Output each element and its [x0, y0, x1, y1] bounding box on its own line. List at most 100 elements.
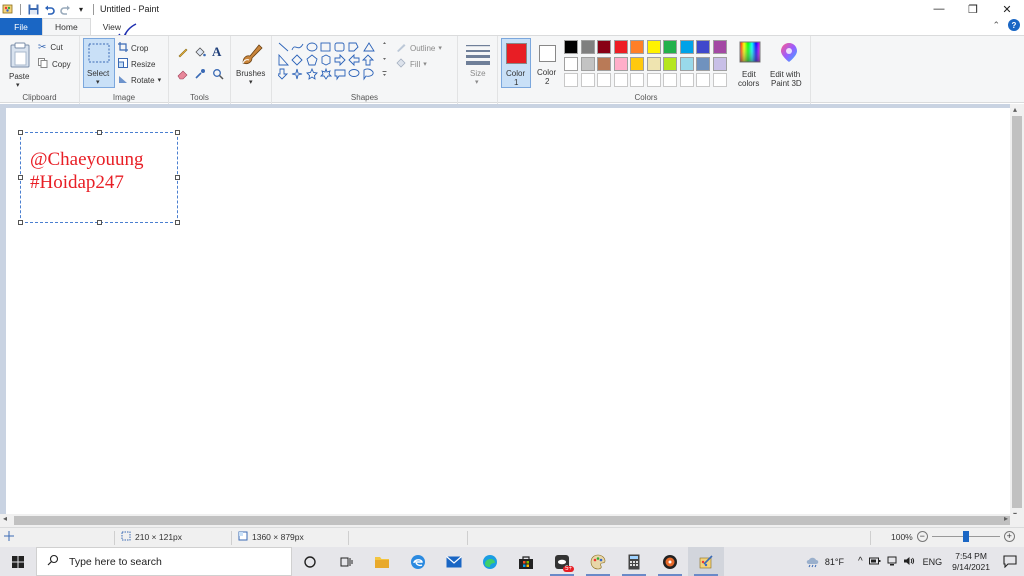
paste-button[interactable]: Paste ▾	[6, 40, 34, 90]
resize-handle-bottom-left[interactable]	[18, 220, 23, 225]
palette-color-swatch[interactable]	[597, 56, 611, 71]
select-dropdown-icon[interactable]: ▾	[96, 78, 100, 86]
palette-custom-slot[interactable]	[696, 73, 710, 87]
fill-bucket-icon[interactable]	[194, 46, 206, 60]
zoom-in-icon[interactable]: +	[1003, 531, 1015, 542]
palette-color-swatch[interactable]	[712, 56, 727, 71]
close-button[interactable]: ✕	[990, 0, 1024, 18]
taskbar-clock[interactable]: 7:54 PM 9/14/2021	[952, 551, 990, 573]
taskbar-file-explorer[interactable]	[364, 547, 400, 576]
scroll-right-icon[interactable]: ▸	[1004, 514, 1008, 523]
paste-dropdown-icon[interactable]: ▾	[16, 81, 20, 89]
taskbar-media-player[interactable]	[652, 547, 688, 576]
palette-custom-slot[interactable]	[663, 73, 677, 87]
resize-handle-bottom[interactable]	[97, 220, 102, 225]
task-view-button[interactable]	[328, 547, 364, 576]
zoom-slider-thumb[interactable]	[962, 531, 969, 542]
scroll-left-icon[interactable]: ◂	[3, 514, 7, 523]
battery-icon[interactable]	[868, 556, 881, 568]
palette-color-swatch[interactable]	[580, 56, 595, 71]
select-button[interactable]: Select ▾	[83, 38, 115, 88]
size-button[interactable]: Size ▾	[463, 40, 493, 88]
cortana-button[interactable]	[292, 547, 328, 576]
palette-custom-slot[interactable]	[679, 73, 694, 87]
help-icon[interactable]: ?	[1008, 19, 1020, 31]
undo-icon[interactable]	[43, 3, 55, 15]
taskbar-paint-brush-app[interactable]	[580, 547, 616, 576]
action-center-icon[interactable]	[996, 555, 1024, 568]
palette-color-swatch[interactable]	[646, 40, 661, 54]
network-icon[interactable]	[887, 556, 897, 568]
palette-color-swatch[interactable]	[663, 40, 677, 54]
palette-color-swatch[interactable]	[613, 56, 628, 71]
palette-color-swatch[interactable]	[679, 56, 694, 71]
palette-custom-slot[interactable]	[613, 73, 628, 87]
palette-color-swatch[interactable]	[679, 40, 694, 54]
resize-handle-bottom-right[interactable]	[175, 220, 180, 225]
palette-color-swatch[interactable]	[630, 40, 644, 54]
brushes-dropdown-icon[interactable]: ▾	[249, 78, 253, 86]
taskbar-mail[interactable]	[436, 547, 472, 576]
taskbar-edge-chromium[interactable]	[472, 547, 508, 576]
magnifier-icon[interactable]	[212, 68, 224, 82]
resize-handle-left[interactable]	[18, 175, 23, 180]
start-button[interactable]	[0, 547, 36, 576]
palette-color-swatch[interactable]	[564, 56, 578, 71]
tab-file[interactable]: File	[0, 18, 42, 35]
taskbar-store[interactable]	[508, 547, 544, 576]
weather-icon[interactable]	[805, 554, 821, 570]
restore-button[interactable]: ❐	[956, 0, 990, 18]
save-icon[interactable]	[27, 3, 39, 15]
taskbar-search-box[interactable]: Type here to search	[36, 547, 292, 576]
palette-color-swatch[interactable]	[712, 40, 727, 54]
scroll-up-icon[interactable]: ▴	[1013, 105, 1017, 114]
rotate-button[interactable]: Rotate ▾	[118, 74, 161, 86]
palette-color-swatch[interactable]	[564, 40, 578, 54]
input-language[interactable]: ENG	[923, 557, 943, 567]
show-hidden-icons-icon[interactable]: ^	[858, 556, 863, 567]
edit-with-paint3d-button[interactable]: Edit with Paint 3D	[769, 40, 809, 88]
volume-icon[interactable]	[903, 556, 915, 568]
zoom-slider[interactable]	[931, 531, 1000, 542]
color2-button[interactable]: Color 2	[533, 38, 563, 88]
brushes-button[interactable]: Brushes ▾	[235, 39, 269, 89]
palette-custom-slot[interactable]	[630, 73, 644, 87]
cut-button[interactable]: ✂ Cut	[38, 42, 63, 53]
taskbar-paint[interactable]	[688, 547, 724, 576]
resize-button[interactable]: Resize	[118, 58, 155, 70]
vertical-scroll-thumb[interactable]	[1012, 116, 1022, 508]
minimize-button[interactable]: —	[922, 0, 956, 18]
taskbar-app-notifications[interactable]: 5+	[544, 547, 580, 576]
color-picker-icon[interactable]	[194, 68, 206, 82]
text-tool-icon[interactable]: A	[212, 44, 221, 60]
canvas-text[interactable]: @Chaeyouung #Hoidap247	[30, 148, 144, 194]
palette-color-swatch[interactable]	[663, 56, 677, 71]
copy-button[interactable]: Copy	[38, 58, 71, 70]
outline-button[interactable]: Outline ▾	[396, 42, 442, 54]
palette-custom-slot[interactable]	[646, 73, 661, 87]
horizontal-scroll-thumb[interactable]	[14, 516, 1010, 525]
palette-custom-slot[interactable]	[580, 73, 595, 87]
palette-color-swatch[interactable]	[613, 40, 628, 54]
palette-color-swatch[interactable]	[630, 56, 644, 71]
resize-handle-top[interactable]	[97, 130, 102, 135]
horizontal-scrollbar[interactable]: ◂ ▸	[0, 514, 1024, 527]
pencil-icon[interactable]	[177, 46, 189, 60]
palette-custom-slot[interactable]	[712, 73, 727, 87]
crop-button[interactable]: Crop	[118, 42, 148, 54]
shapes-gallery[interactable]	[278, 41, 390, 83]
resize-handle-top-left[interactable]	[18, 130, 23, 135]
fill-button[interactable]: Fill ▾	[396, 58, 427, 70]
drawing-canvas[interactable]: @Chaeyouung #Hoidap247	[6, 108, 1010, 517]
vertical-scrollbar[interactable]: ▴ ▾	[1010, 104, 1024, 519]
eraser-icon[interactable]	[177, 68, 189, 82]
palette-color-swatch[interactable]	[580, 40, 595, 54]
palette-custom-slot[interactable]	[564, 73, 578, 87]
weather-temp[interactable]: 81°F	[825, 557, 844, 567]
palette-color-swatch[interactable]	[696, 56, 710, 71]
taskbar-edge[interactable]	[400, 547, 436, 576]
palette-custom-slot[interactable]	[597, 73, 611, 87]
resize-handle-top-right[interactable]	[175, 130, 180, 135]
tab-home[interactable]: Home	[42, 18, 91, 35]
edit-colors-button[interactable]: Edit colors	[733, 40, 767, 88]
